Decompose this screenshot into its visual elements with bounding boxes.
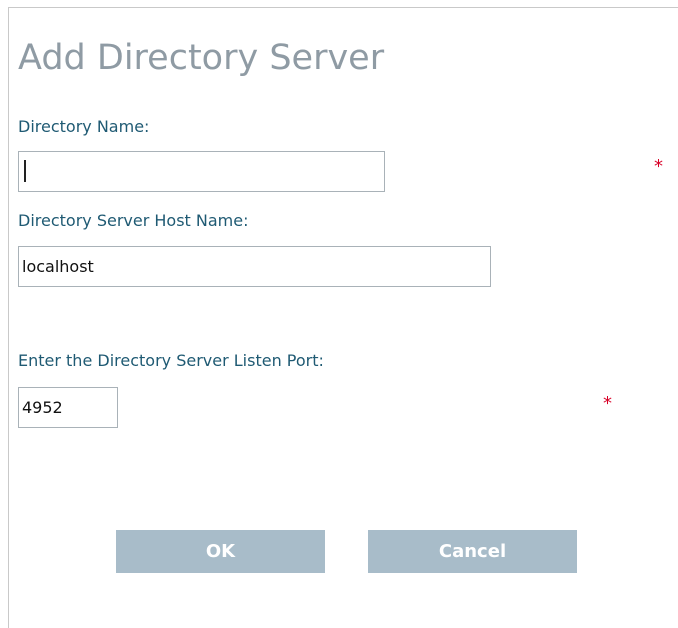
directory-name-required-asterisk: *: [654, 156, 663, 177]
dialog-title: Add Directory Server: [18, 38, 385, 78]
add-directory-server-dialog: Add Directory Server Directory Name: * D…: [0, 0, 678, 628]
cancel-button[interactable]: Cancel: [368, 530, 577, 573]
host-name-label: Directory Server Host Name:: [18, 211, 249, 230]
ok-button[interactable]: OK: [116, 530, 325, 573]
listen-port-required-asterisk: *: [603, 393, 612, 414]
directory-name-label: Directory Name:: [18, 117, 150, 136]
directory-name-input[interactable]: [18, 151, 385, 192]
listen-port-label: Enter the Directory Server Listen Port:: [18, 351, 324, 370]
listen-port-input[interactable]: [18, 387, 118, 428]
dialog-top-border: [8, 7, 678, 8]
host-name-input[interactable]: [18, 246, 491, 287]
text-cursor: [24, 160, 26, 182]
dialog-left-border: [8, 7, 9, 628]
